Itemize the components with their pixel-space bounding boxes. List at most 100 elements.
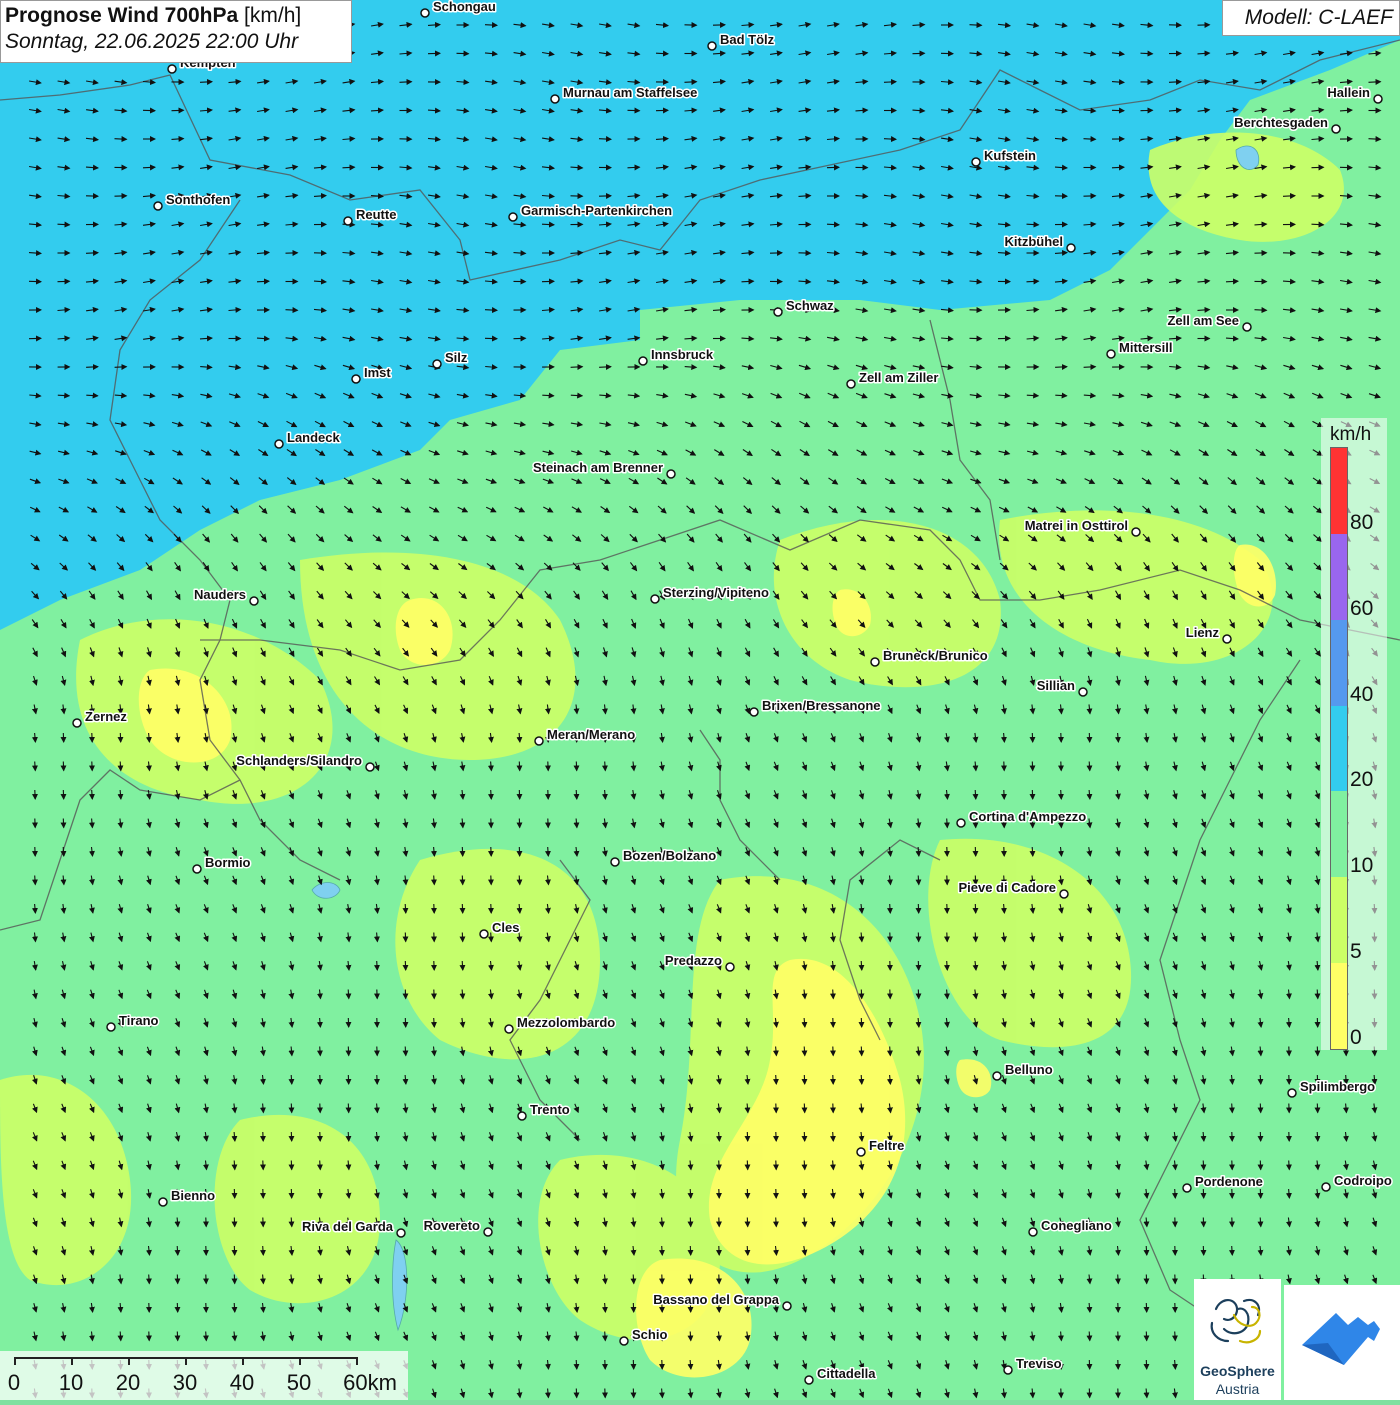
wind-arrow [776, 1075, 777, 1084]
city-label: Conegliano [1041, 1218, 1112, 1233]
wind-arrow [1260, 1075, 1261, 1084]
city-label: Schlanders/Silandro [236, 753, 362, 768]
wind-arrow [861, 961, 862, 970]
scale-label: 40 [230, 1370, 254, 1396]
wind-arrow [234, 1161, 235, 1170]
city-dot [957, 819, 965, 827]
city-label: Cles [492, 920, 519, 935]
scale-tick [356, 1357, 358, 1365]
wind-arrow [485, 25, 497, 26]
wind-arrow [149, 1275, 150, 1284]
city-label: Zell am See [1167, 313, 1239, 328]
city-dot [73, 719, 81, 727]
city-dot [518, 1112, 526, 1120]
title-unit: [km/h] [244, 4, 301, 27]
wind-arrow [662, 1246, 663, 1255]
scale-tick [14, 1357, 16, 1365]
wind-arrow [719, 1161, 720, 1170]
wind-arrow [485, 310, 497, 311]
scale-tick [128, 1357, 130, 1365]
wind-arrow [1055, 367, 1067, 368]
wind-arrow [685, 82, 697, 83]
city-label: Pieve di Cadore [958, 880, 1056, 895]
wind-arrow [320, 1161, 321, 1170]
city-dot [972, 158, 980, 166]
legend-swatch [1331, 534, 1347, 620]
wind-arrow [291, 1218, 292, 1227]
city-dot [397, 1229, 405, 1237]
wind-arrow [1226, 281, 1238, 282]
city-dot [726, 963, 734, 971]
legend-tick-label: 0 [1350, 1026, 1362, 1050]
wind-arrow [833, 1132, 834, 1141]
wind-arrow [884, 82, 896, 83]
wind-arrow [804, 1161, 805, 1170]
wind-arrow [1027, 395, 1038, 396]
wind-arrow [884, 139, 896, 140]
city-dot [344, 217, 352, 225]
city-label: Tirano [119, 1013, 159, 1028]
city-dot [708, 42, 716, 50]
wind-arrow [35, 762, 36, 771]
mountain-logo-icon [1284, 1285, 1400, 1400]
wind-arrow [747, 1246, 748, 1255]
wind-arrow [86, 253, 98, 254]
wind-arrow [1084, 139, 1096, 140]
wind-arrow [576, 790, 577, 799]
map-subtitle: Sonntag, 22.06.2025 22:00 Uhr [5, 30, 347, 54]
wind-arrow [206, 1332, 207, 1341]
city-label: Bozen/Bolzano [623, 848, 716, 863]
wind-arrow [1061, 790, 1062, 799]
legend-tick-label: 80 [1350, 511, 1373, 535]
city-label: Zell am Ziller [859, 370, 938, 385]
city-label: Treviso [1016, 1356, 1062, 1371]
city-dot [366, 763, 374, 771]
wind-arrow [656, 53, 668, 54]
wind-arrow [1169, 82, 1181, 83]
wind-arrow [1089, 1332, 1090, 1341]
city-dot [750, 708, 758, 716]
city-label: Feltre [869, 1138, 904, 1153]
legend-unit: km/h [1330, 424, 1371, 446]
city-dot [871, 658, 879, 666]
city-dot [1067, 244, 1075, 252]
city-dot [1374, 95, 1382, 103]
wind-arrow [605, 1332, 606, 1341]
city-dot [433, 360, 441, 368]
wind-arrow [571, 367, 583, 368]
legend-swatch [1331, 963, 1347, 1049]
city-dot [1107, 350, 1115, 358]
city-dot [1322, 1183, 1330, 1191]
city-dot [480, 930, 488, 938]
wind-arrow [833, 990, 834, 999]
wind-arrow [947, 961, 948, 970]
city-label: Reutte [356, 207, 396, 222]
wind-arrow [35, 876, 36, 885]
wind-arrow [115, 139, 127, 140]
city-label: Belluno [1005, 1062, 1053, 1077]
wind-arrow [975, 933, 976, 942]
wind-arrow [92, 790, 93, 799]
city-label: Berchtesgaden [1234, 115, 1328, 130]
city-dot [193, 865, 201, 873]
city-label: Garmisch-Partenkirchen [521, 203, 672, 218]
wind-arrow [86, 367, 98, 368]
city-label: Hallein [1327, 85, 1370, 100]
city-label: Mittersill [1119, 340, 1172, 355]
legend-tick-label: 5 [1350, 940, 1362, 964]
wind-arrow [548, 847, 549, 856]
title-box: Prognose Wind 700hPa [km/h] Sonntag, 22.… [0, 0, 352, 63]
wind-arrow [143, 167, 155, 168]
title-main: Prognose Wind 700hPa [5, 4, 238, 27]
city-label: Brixen/Bressanone [762, 698, 881, 713]
wind-arrow [1175, 1189, 1176, 1198]
city-dot [551, 95, 559, 103]
wind-arrow [234, 1303, 235, 1312]
wind-arrow [1289, 1161, 1290, 1170]
city-dot [651, 595, 659, 603]
wind-arrow [1369, 82, 1381, 83]
city-dot [484, 1228, 492, 1236]
wind-arrow [263, 1246, 264, 1255]
weather-app-logo [1284, 1285, 1400, 1400]
legend-swatch [1331, 877, 1347, 963]
